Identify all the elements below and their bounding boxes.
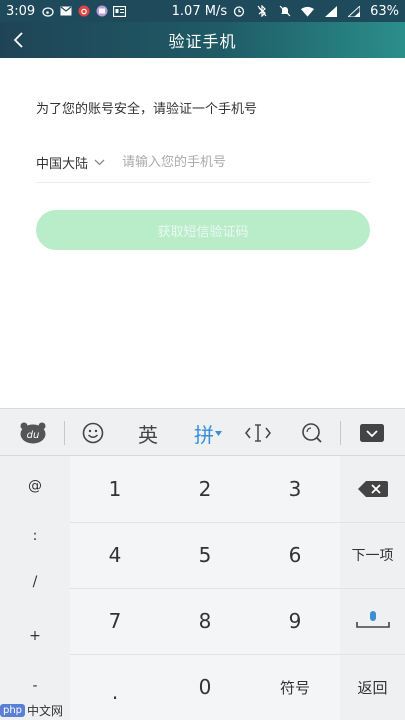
chevron-left-icon bbox=[13, 32, 23, 48]
back-button[interactable] bbox=[6, 26, 32, 54]
hide-keyboard-icon[interactable] bbox=[358, 409, 386, 457]
watermark: php 中文网 bbox=[0, 700, 63, 720]
backspace-icon bbox=[357, 481, 388, 497]
emoji-icon[interactable] bbox=[78, 409, 108, 457]
keyboard-toolbar: du 英 拼 bbox=[0, 408, 405, 456]
symbol-column: @ : / + - bbox=[0, 456, 70, 720]
symbol-key-colon[interactable]: : bbox=[0, 528, 70, 544]
watermark-text: 中文网 bbox=[27, 703, 64, 718]
backspace-key[interactable] bbox=[340, 456, 405, 522]
verify-prompt: 为了您的账号安全，请验证一个手机号 bbox=[36, 102, 258, 117]
network-speed: 1.07 M/s bbox=[171, 3, 228, 19]
key-7[interactable]: 7 bbox=[70, 588, 160, 654]
mail-icon bbox=[59, 6, 72, 17]
key-4[interactable]: 4 bbox=[70, 522, 160, 588]
netease-music-icon bbox=[77, 5, 90, 17]
key-8[interactable]: 8 bbox=[160, 588, 250, 654]
microphone-icon bbox=[355, 611, 390, 628]
symbols-key[interactable]: 符号 bbox=[250, 654, 340, 720]
chevron-down-icon bbox=[94, 156, 106, 168]
status-bar: 3:09 1.07 M/s 63% bbox=[0, 0, 405, 22]
pinyin-mode-button[interactable]: 拼 bbox=[190, 409, 226, 457]
toolbar-divider bbox=[340, 421, 341, 445]
signal-icon-2 bbox=[347, 5, 360, 17]
caret-down-icon bbox=[215, 430, 222, 436]
country-selector[interactable]: 中国大陆 bbox=[36, 153, 106, 172]
symbol-key-minus[interactable]: - bbox=[0, 678, 70, 694]
english-mode-button[interactable]: 英 bbox=[134, 409, 162, 457]
key-2[interactable]: 2 bbox=[160, 456, 250, 522]
weibo-icon bbox=[41, 6, 54, 17]
key-dot[interactable]: . bbox=[70, 654, 160, 720]
key-0[interactable]: 0 bbox=[160, 654, 250, 720]
page-title: 验证手机 bbox=[168, 32, 237, 51]
wifi-icon bbox=[301, 6, 315, 17]
cursor-icon[interactable] bbox=[244, 409, 272, 457]
status-right: 1.07 M/s 63% bbox=[172, 4, 399, 19]
toolbar-divider bbox=[64, 421, 65, 445]
news-icon bbox=[113, 5, 127, 17]
key-5[interactable]: 5 bbox=[160, 522, 250, 588]
symbol-key-at[interactable]: @ bbox=[0, 478, 70, 494]
symbol-key-plus[interactable]: + bbox=[0, 628, 70, 644]
signal-icon bbox=[324, 5, 337, 17]
search-icon[interactable] bbox=[298, 409, 326, 457]
title-bar: 验证手机 bbox=[0, 22, 405, 58]
country-label: 中国大陆 bbox=[36, 156, 89, 172]
battery-level: 63% bbox=[370, 3, 399, 19]
verify-phone-form: 为了您的账号安全，请验证一个手机号 中国大陆 获取短信验证码 bbox=[0, 58, 405, 408]
key-1[interactable]: 1 bbox=[70, 456, 160, 522]
voice-space-key[interactable] bbox=[340, 588, 405, 654]
key-9[interactable]: 9 bbox=[250, 588, 340, 654]
app-icon bbox=[95, 5, 108, 17]
status-time: 3:09 bbox=[6, 3, 36, 19]
phone-input[interactable] bbox=[122, 154, 353, 170]
watermark-badge: php bbox=[0, 703, 26, 717]
svg-text:du: du bbox=[27, 430, 40, 441]
number-keyboard: @ : / + - 1 2 3 4 5 6 7 8 9 . 0 符号 下一项 返… bbox=[0, 456, 405, 720]
next-field-key[interactable]: 下一项 bbox=[340, 522, 405, 588]
key-3[interactable]: 3 bbox=[250, 456, 340, 522]
du-logo-icon[interactable]: du bbox=[18, 409, 48, 457]
alarm-icon bbox=[232, 6, 245, 17]
phone-row: 中国大陆 bbox=[36, 142, 370, 183]
bluetooth-off-icon bbox=[255, 5, 268, 17]
get-sms-code-button[interactable]: 获取短信验证码 bbox=[36, 210, 370, 250]
pinyin-label: 拼 bbox=[194, 422, 214, 447]
symbol-key-slash[interactable]: / bbox=[0, 574, 70, 590]
mute-icon bbox=[278, 5, 291, 17]
key-6[interactable]: 6 bbox=[250, 522, 340, 588]
return-key[interactable]: 返回 bbox=[340, 654, 405, 720]
